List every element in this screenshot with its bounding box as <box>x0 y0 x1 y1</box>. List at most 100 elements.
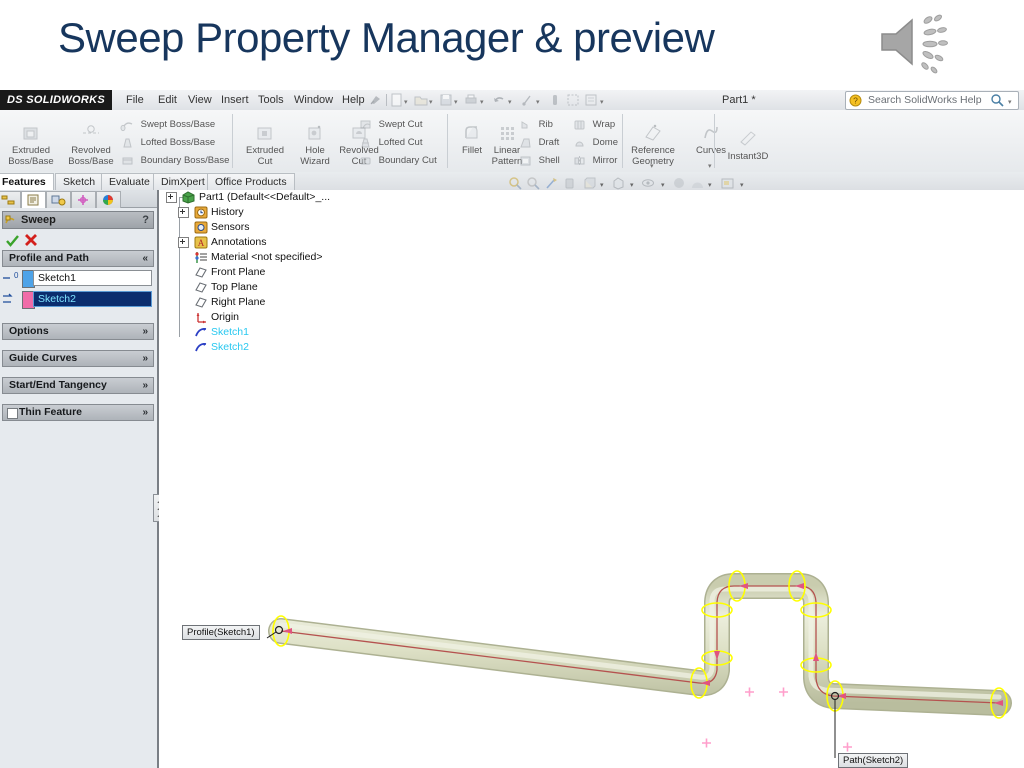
chevron-down-icon[interactable]: ▾ <box>536 98 540 106</box>
tab-office-products[interactable]: Office Products <box>207 173 295 190</box>
select-icon[interactable] <box>566 93 580 107</box>
mirror-button[interactable]: Mirror <box>572 152 617 169</box>
thin-feature-checkbox[interactable] <box>7 408 18 419</box>
dimxpert-manager-tab[interactable] <box>71 191 96 208</box>
display-mode-icon[interactable] <box>611 176 626 191</box>
view-settings-icon[interactable] <box>720 176 735 191</box>
section-options[interactable]: Options » <box>2 323 154 340</box>
section-start-end-tangency[interactable]: Start/End Tangency » <box>2 377 154 394</box>
chevron-down-icon[interactable]: » <box>142 351 148 366</box>
chevron-down-icon[interactable]: » <box>142 324 148 339</box>
chevron-up-icon[interactable]: « <box>142 251 148 266</box>
chevron-down-icon[interactable]: ▾ <box>661 181 665 189</box>
swept-boss-base-button[interactable]: Swept Boss/Base <box>120 116 215 133</box>
tab-features[interactable]: Features <box>0 173 54 190</box>
menu-help[interactable]: Help <box>336 90 371 110</box>
graphics-area[interactable]: Profile(Sketch1) Path(Sketch2) <box>159 190 1024 768</box>
hide-show-items-icon[interactable] <box>641 176 656 191</box>
swept-cut-button[interactable]: Swept Cut <box>358 116 422 133</box>
section-start-end-tangency-label: Start/End Tangency <box>9 379 107 391</box>
tree-expander-history[interactable] <box>178 207 189 218</box>
tab-dimxpert[interactable]: DimXpert <box>153 173 213 190</box>
open-icon[interactable] <box>414 93 428 107</box>
lofted-boss-base-button[interactable]: Lofted Boss/Base <box>120 134 215 151</box>
boundary-cut-icon <box>360 157 371 165</box>
edit-appearance-icon[interactable] <box>584 93 598 107</box>
zoom-to-fit-icon[interactable] <box>508 176 523 191</box>
undo-icon[interactable] <box>492 93 506 107</box>
profile-callout-label[interactable]: Profile(Sketch1) <box>182 625 260 640</box>
pin-icon[interactable] <box>368 93 382 107</box>
rebuild-icon[interactable] <box>520 93 534 107</box>
feature-manager-tree-tab[interactable] <box>0 191 21 208</box>
extruded-boss-base-button[interactable]: Extruded Boss/Base <box>2 122 60 167</box>
chevron-down-icon[interactable]: » <box>142 378 148 393</box>
display-manager-tab[interactable] <box>96 191 121 208</box>
chevron-down-icon[interactable]: ▾ <box>650 162 654 170</box>
cancel-button[interactable] <box>24 233 38 247</box>
wrap-button[interactable]: Wrap <box>572 116 615 133</box>
extruded-boss-label-1: Extruded <box>11 145 51 156</box>
new-document-icon[interactable] <box>390 93 404 107</box>
menu-window[interactable]: Window <box>288 90 339 110</box>
section-thin-feature[interactable]: Thin Feature » <box>2 404 154 421</box>
path-callout-label[interactable]: Path(Sketch2) <box>838 753 909 768</box>
menu-file[interactable]: File <box>120 90 150 110</box>
color-wheel-icon <box>103 195 113 205</box>
apply-scene-icon[interactable] <box>690 176 705 191</box>
section-view-icon[interactable] <box>544 176 559 191</box>
instant3d-icon <box>740 131 756 146</box>
configuration-manager-tab[interactable] <box>46 191 71 208</box>
chevron-down-icon[interactable]: ▾ <box>708 162 712 170</box>
chevron-down-icon[interactable]: ▾ <box>600 98 604 106</box>
path-field[interactable]: Sketch2 <box>33 291 152 307</box>
menu-tools[interactable]: Tools <box>252 90 290 110</box>
shell-button[interactable]: Shell <box>518 152 560 169</box>
boundary-boss-base-button[interactable]: Boundary Boss/Base <box>120 152 229 169</box>
tab-sketch[interactable]: Sketch <box>55 173 104 190</box>
display-style-icon[interactable] <box>562 176 577 191</box>
print-icon[interactable] <box>464 93 478 107</box>
tree-expander-part[interactable] <box>166 192 177 203</box>
chevron-down-icon[interactable]: » <box>142 405 148 420</box>
tab-evaluate[interactable]: Evaluate <box>101 173 158 190</box>
svg-text:0: 0 <box>14 271 19 280</box>
section-profile-and-path[interactable]: Profile and Path « <box>2 250 154 267</box>
chevron-down-icon[interactable]: ▾ <box>480 98 484 106</box>
section-guide-curves[interactable]: Guide Curves » <box>2 350 154 367</box>
zoom-to-area-icon[interactable] <box>526 176 541 191</box>
menu-view[interactable]: View <box>182 90 218 110</box>
accept-ok-button[interactable] <box>6 234 19 247</box>
rib-button[interactable]: Rib <box>518 116 553 133</box>
wrap-icon <box>574 120 585 130</box>
tree-expander-annotations[interactable] <box>178 237 189 248</box>
chevron-down-icon[interactable]: ▾ <box>454 98 458 106</box>
chevron-down-icon[interactable]: ▾ <box>708 181 712 189</box>
lofted-cut-button[interactable]: Lofted Cut <box>358 134 422 151</box>
tree-node-history-label: History <box>211 206 244 218</box>
chevron-down-icon[interactable]: ▾ <box>1008 98 1012 106</box>
profile-field[interactable]: Sketch1 <box>33 270 152 286</box>
dome-button[interactable]: Dome <box>572 134 618 151</box>
revolved-boss-base-button[interactable]: Revolved Boss/Base <box>62 122 120 167</box>
chevron-down-icon[interactable]: ▾ <box>508 98 512 106</box>
help-button[interactable]: ? <box>142 212 149 228</box>
instant3d-button[interactable]: Instant3D <box>718 128 778 163</box>
view-orientation-icon[interactable] <box>582 176 597 191</box>
chevron-down-icon[interactable]: ▾ <box>630 181 634 189</box>
boundary-cut-button[interactable]: Boundary Cut <box>358 152 437 169</box>
save-icon[interactable] <box>439 93 453 107</box>
property-manager-tab[interactable] <box>21 191 46 208</box>
sensors-icon <box>194 221 208 234</box>
edit-appearance-icon[interactable] <box>672 176 687 191</box>
reference-geometry-button[interactable]: Reference Geometry <box>622 122 684 167</box>
chevron-down-icon[interactable]: ▾ <box>429 98 433 106</box>
menu-insert[interactable]: Insert <box>215 90 255 110</box>
chevron-down-icon[interactable]: ▾ <box>600 181 604 189</box>
chevron-down-icon[interactable]: ▾ <box>404 98 408 106</box>
options-icon[interactable] <box>548 93 562 107</box>
magnifier-icon[interactable] <box>990 93 1005 107</box>
menu-edit[interactable]: Edit <box>152 90 183 110</box>
chevron-down-icon[interactable]: ▾ <box>740 181 744 189</box>
draft-button[interactable]: Draft <box>518 134 559 151</box>
